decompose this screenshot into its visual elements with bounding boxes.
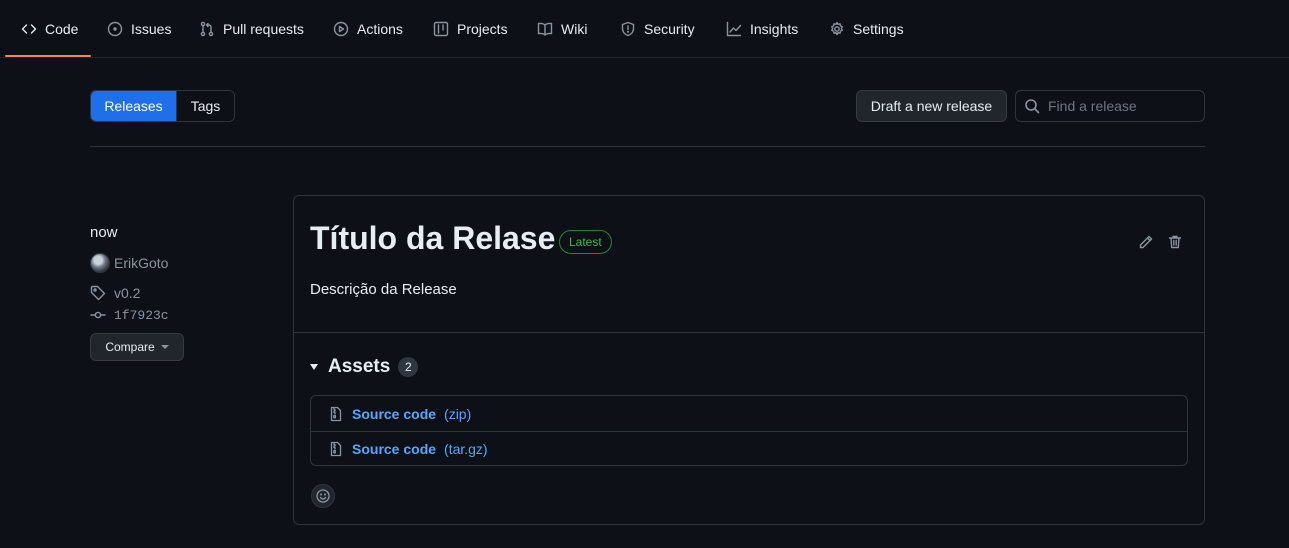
tab-actions[interactable]: Actions [333,0,403,58]
tag-name: v0.2 [114,285,141,301]
releases-tab[interactable]: Releases [91,91,176,121]
releases-tags-toggle: Releases Tags [90,90,235,122]
release-commit-link[interactable]: 1f7923c [90,307,169,323]
code-icon [21,24,37,34]
asset-name[interactable]: Source code [352,406,436,422]
assets-count: 2 [398,357,419,377]
graph-icon [726,21,742,37]
chevron-down-icon [160,345,169,349]
asset-name[interactable]: Source code [352,441,436,457]
book-icon [537,22,553,36]
shield-icon [621,21,635,37]
compare-button[interactable]: Compare [90,333,184,361]
tab-label: Security [644,21,695,37]
issue-opened-icon [107,21,123,37]
tab-label: Issues [131,21,172,37]
commit-sha: 1f7923c [114,307,169,323]
pencil-icon [1139,235,1153,249]
search-input[interactable] [1048,98,1198,114]
tab-label: Pull requests [223,21,304,37]
tab-code[interactable]: Code [21,0,78,58]
release-author[interactable]: ErikGoto [90,253,168,273]
release-search [1015,90,1205,122]
tab-settings[interactable]: Settings [829,0,904,58]
release-date: now [90,224,118,241]
tag-icon [90,285,106,301]
tab-label: Insights [750,21,799,37]
file-zip-icon [330,406,342,421]
tab-projects[interactable]: Projects [433,0,508,58]
trash-icon [1168,235,1182,249]
tab-label: Actions [357,21,403,37]
tab-label: Settings [853,21,904,37]
tab-insights[interactable]: Insights [726,0,798,58]
asset-ext: (tar.gz) [444,441,488,457]
search-icon [1025,99,1040,114]
tab-label: Wiki [561,21,588,37]
list-item[interactable]: Source code (tar.gz) [311,431,1187,466]
tab-label: Projects [457,21,508,37]
tab-security[interactable]: Security [620,0,695,58]
git-pull-request-icon [200,21,214,37]
edit-release-button[interactable] [1138,234,1154,250]
delete-release-button[interactable] [1167,234,1183,250]
active-tab-underline [5,55,91,57]
tab-label: Code [45,21,79,37]
release-title[interactable]: Título da Relase [310,220,555,257]
compare-label: Compare [105,340,155,354]
asset-ext: (zip) [444,405,472,422]
assets-title: Assets [328,356,391,377]
tags-tab[interactable]: Tags [176,91,234,121]
table-icon [433,21,449,37]
assets-toggle[interactable]: Assets 2 [310,356,419,378]
list-item[interactable]: Source code (zip) [311,396,1187,431]
add-reaction-button[interactable] [311,484,335,508]
assets-list: Source code (zip) Source code (tar.gz) [310,395,1188,466]
tab-wiki[interactable]: Wiki [537,0,587,58]
play-icon [333,21,349,37]
author-name: ErikGoto [114,255,169,271]
repo-nav: Code Issues Pull requests Actions Projec… [0,0,1289,58]
tab-pull-requests[interactable]: Pull requests [199,0,304,58]
card-divider [294,332,1204,333]
release-tag-link[interactable]: v0.2 [90,285,140,301]
avatar [90,253,110,273]
file-zip-icon [330,441,342,457]
tab-issues[interactable]: Issues [107,0,171,58]
release-card: Título da Relase Latest Descrição da Rel… [293,195,1205,525]
release-description: Descrição da Release [310,281,457,298]
git-commit-icon [90,311,106,319]
latest-badge: Latest [559,230,612,254]
smiley-icon [316,489,330,503]
gear-icon [831,21,843,36]
header-divider [90,146,1205,147]
draft-new-release-button[interactable]: Draft a new release [856,90,1007,122]
triangle-down-icon [310,364,318,370]
